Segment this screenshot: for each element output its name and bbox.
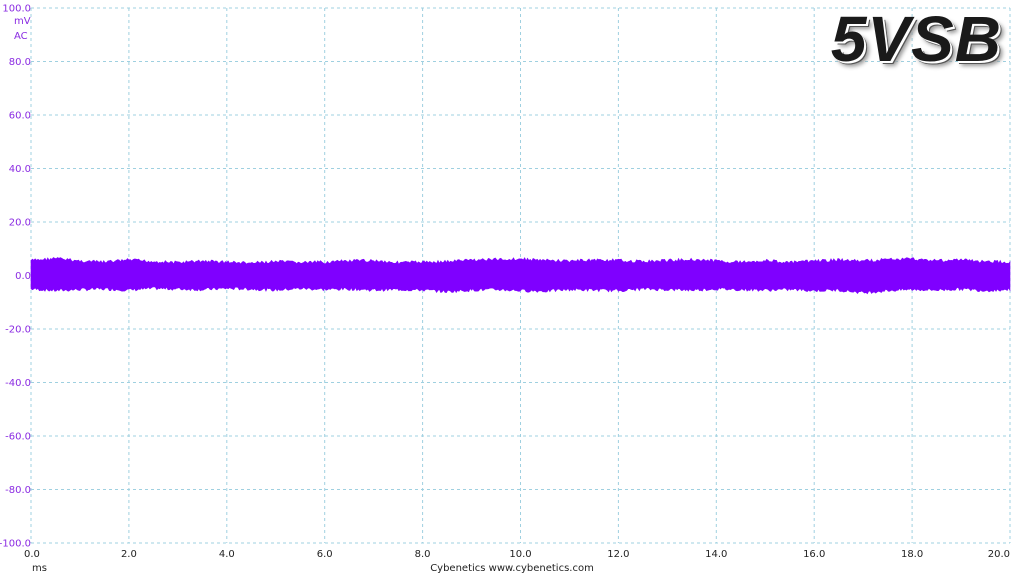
y-tick-label: -40.0 (5, 378, 31, 389)
chart-title: 5VSB (830, 3, 1002, 75)
y-tick-label: -100.0 (0, 539, 31, 550)
y-tick-label: 20.0 (9, 218, 31, 229)
y-tick-label: -20.0 (5, 325, 31, 336)
y-axis-unit: mV (14, 16, 31, 27)
x-tick-label: 16.0 (803, 549, 825, 560)
x-tick-label: 4.0 (219, 549, 235, 560)
y-tick-label: -60.0 (5, 432, 31, 443)
series-band (30, 257, 1011, 295)
y-tick-label: 40.0 (9, 164, 31, 175)
x-tick-label: 20.0 (988, 549, 1010, 560)
x-tick-label: 6.0 (317, 549, 333, 560)
x-axis-ticks: 0.0 2.0 4.0 6.0 8.0 10.0 12.0 14.0 16.0 18.0 20.0 (24, 549, 1010, 560)
y-tick-label: 60.0 (9, 111, 31, 122)
x-tick-label: 2.0 (121, 549, 137, 560)
x-tick-label: 10.0 (509, 549, 531, 560)
y-tick-label: 80.0 (9, 57, 31, 68)
series-layer (30, 257, 1011, 295)
y-axis-mode: AC (14, 31, 28, 42)
y-axis-ticks: 100.0 80.0 60.0 40.0 20.0 0.0 -20.0 -40.0 -60.0 -… (0, 4, 31, 550)
x-tick-label: 8.0 (415, 549, 431, 560)
ripple-chart: 100.0 80.0 60.0 40.0 20.0 0.0 -20.0 -40.0 -60.0 -… (0, 4, 1011, 560)
x-tick-label: 0.0 (24, 549, 40, 560)
y-tick-label: 100.0 (2, 4, 31, 15)
x-tick-label: 14.0 (705, 549, 727, 560)
y-tick-label: -80.0 (5, 485, 31, 496)
x-tick-label: 12.0 (607, 549, 629, 560)
x-tick-label: 18.0 (901, 549, 923, 560)
footer-credit: Cybenetics www.cybenetics.com (430, 563, 594, 574)
y-tick-label: 0.0 (15, 271, 31, 282)
